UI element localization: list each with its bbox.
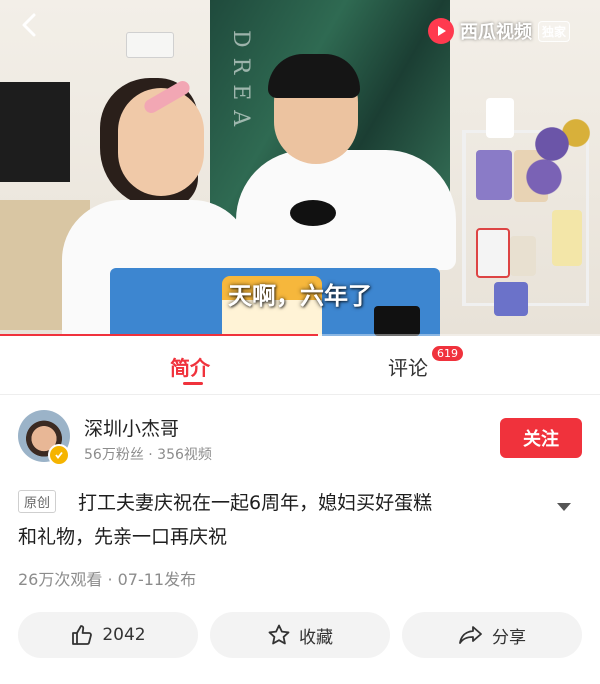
tab-intro[interactable]: 简介 — [170, 352, 210, 381]
man-hair — [268, 54, 360, 98]
bottle — [552, 210, 582, 266]
bottle — [476, 228, 510, 278]
video-subtitle: 天啊，六年了 — [228, 282, 372, 310]
video-title-line-1: 打工夫妻庆祝在一起6周年，媳妇买好蛋糕 — [78, 492, 433, 514]
xigua-logo: 西瓜视频 独家 — [428, 18, 571, 44]
verified-icon — [48, 444, 70, 466]
like-button[interactable]: 2042 — [18, 612, 198, 658]
comment-count-badge: 619 — [432, 346, 463, 361]
logo-text: 西瓜视频 — [460, 22, 532, 43]
monitor — [0, 82, 70, 182]
video-player[interactable]: DREA 西瓜视频 独家 天啊，六年了 — [0, 0, 600, 336]
share-icon — [458, 623, 484, 647]
favorite-label: 收藏 — [299, 627, 333, 648]
tab-bar: 简介 评论 619 — [0, 338, 600, 395]
share-label: 分享 — [492, 627, 526, 648]
expand-button[interactable] — [556, 497, 572, 516]
author-stats: 56万粉丝 · 356视频 — [84, 447, 212, 463]
curtain-print: DREA — [228, 30, 253, 137]
wall-switch — [126, 32, 174, 58]
exclusive-badge: 独家 — [538, 20, 571, 42]
flowers — [520, 100, 600, 210]
video-progress-fill — [0, 334, 318, 336]
xigua-logo-icon — [428, 18, 454, 44]
thumbs-up-icon — [70, 623, 94, 647]
like-count: 2042 — [102, 625, 146, 645]
original-badge: 原创 — [18, 490, 57, 513]
favorite-button[interactable]: 收藏 — [210, 612, 390, 658]
star-icon — [267, 623, 291, 647]
tab-active-indicator — [183, 382, 203, 385]
author-name[interactable]: 深圳小杰哥 — [84, 414, 179, 441]
man-shirt — [236, 150, 456, 270]
bottle — [486, 98, 514, 138]
share-button[interactable]: 分享 — [402, 612, 582, 658]
back-button[interactable] — [14, 10, 44, 40]
follow-button[interactable]: 关注 — [500, 418, 582, 458]
video-meta: 26万次观看 · 07-11发布 — [18, 570, 197, 589]
bottle — [510, 236, 536, 276]
expand-icon — [557, 503, 571, 511]
video-title-line-2: 和礼物，先亲一口再庆祝 — [18, 526, 228, 548]
bottle — [476, 150, 512, 200]
back-icon — [22, 13, 36, 37]
tab-comments[interactable]: 评论 — [388, 352, 428, 381]
video-progress-bar[interactable] — [0, 334, 600, 336]
shirt-print — [290, 200, 336, 226]
